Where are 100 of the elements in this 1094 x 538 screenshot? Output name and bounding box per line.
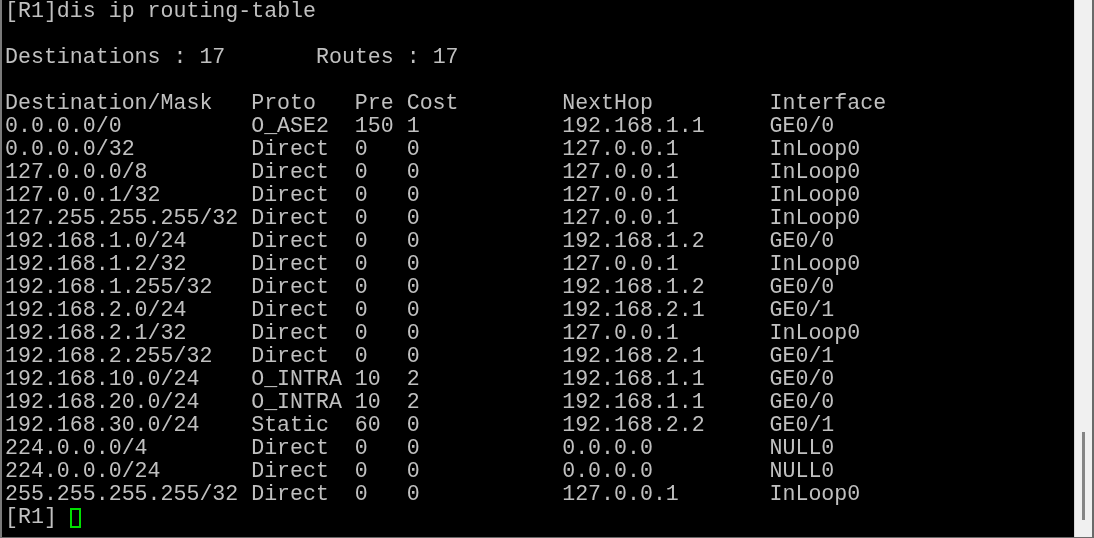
table-cell: InLoop0 xyxy=(769,137,861,161)
table-cell: 127.0.0.1 xyxy=(562,137,679,161)
table-cell: InLoop0 xyxy=(769,252,861,276)
column-header: Cost xyxy=(406,91,459,115)
table-cell: GE0/1 xyxy=(769,298,835,322)
table-cell: 192.168.1.1 xyxy=(562,390,705,414)
table-cell: 0 xyxy=(406,436,420,460)
routes-count: Routes : 17 xyxy=(316,46,459,69)
table-cell: 0.0.0.0 xyxy=(562,459,653,483)
table-cell: 127.0.0.0/8 xyxy=(5,160,148,184)
table-cell: NULL0 xyxy=(769,436,835,460)
table-cell: Direct xyxy=(251,206,329,230)
table-cell: 192.168.2.1/32 xyxy=(5,321,187,345)
table-cell: Direct xyxy=(251,160,329,184)
column-header: Pre xyxy=(354,91,394,115)
table-cell: 10 xyxy=(354,367,381,391)
table-cell: 0.0.0.0/0 xyxy=(5,114,122,138)
table-cell: 192.168.20.0/24 xyxy=(5,390,200,414)
table-cell: 0 xyxy=(406,183,420,207)
table-cell: 0 xyxy=(406,482,420,506)
command-line: [R1]dis ip routing-table xyxy=(5,0,316,23)
destinations-count: Destinations : 17 xyxy=(5,46,227,69)
table-cell: 255.255.255.255/32 xyxy=(5,482,239,506)
table-cell: 127.255.255.255/32 xyxy=(5,206,239,230)
table-cell: Direct xyxy=(251,344,329,368)
table-cell: 127.0.0.1 xyxy=(562,183,679,207)
table-cell: 0 xyxy=(354,160,368,184)
table-cell: Direct xyxy=(251,482,329,506)
table-cell: 0 xyxy=(354,436,368,460)
table-cell: O_INTRA xyxy=(251,390,342,414)
table-cell: 0 xyxy=(354,459,368,483)
table-cell: 192.168.1.255/32 xyxy=(5,275,213,299)
table-cell: 0 xyxy=(354,321,368,345)
table-cell: 192.168.1.0/24 xyxy=(5,229,187,253)
table-cell: 192.168.2.1 xyxy=(562,298,705,322)
table-cell: 192.168.2.2 xyxy=(562,413,705,437)
scrollbar[interactable] xyxy=(1074,0,1092,537)
table-cell: 0 xyxy=(406,137,420,161)
table-cell: 1 xyxy=(406,114,420,138)
table-cell: 127.0.0.1 xyxy=(562,252,679,276)
table-cell: 127.0.0.1 xyxy=(562,482,679,506)
table-cell: 192.168.1.2 xyxy=(562,229,705,253)
table-cell: 0 xyxy=(354,298,368,322)
table-cell: 0.0.0.0 xyxy=(562,436,653,460)
table-cell: 127.0.0.1/32 xyxy=(5,183,161,207)
table-cell: GE0/0 xyxy=(769,275,835,299)
table-cell: InLoop0 xyxy=(769,183,861,207)
table-cell: Direct xyxy=(251,252,329,276)
table-cell: 192.168.1.1 xyxy=(562,367,705,391)
table-cell: 0 xyxy=(354,275,368,299)
table-cell: GE0/0 xyxy=(769,114,835,138)
table-cell: Direct xyxy=(251,298,329,322)
table-cell: 0 xyxy=(354,206,368,230)
table-cell: 150 xyxy=(354,114,394,138)
table-cell: 0 xyxy=(406,229,420,253)
table-cell: InLoop0 xyxy=(769,206,861,230)
table-cell: Direct xyxy=(251,436,329,460)
table-cell: Static xyxy=(251,413,329,437)
table-cell: 0 xyxy=(354,482,368,506)
table-cell: 0 xyxy=(406,160,420,184)
column-header: Proto xyxy=(251,91,316,115)
table-cell: Direct xyxy=(251,183,329,207)
table-cell: 127.0.0.1 xyxy=(562,160,679,184)
table-cell: 0 xyxy=(406,275,420,299)
table-cell: 224.0.0.0/4 xyxy=(5,436,148,460)
table-cell: GE0/0 xyxy=(769,390,835,414)
table-cell: O_ASE2 xyxy=(251,114,329,138)
table-cell: 0 xyxy=(354,183,368,207)
cursor xyxy=(69,508,81,528)
table-cell: Direct xyxy=(251,275,329,299)
table-cell: 192.168.30.0/24 xyxy=(5,413,200,437)
table-cell: 60 xyxy=(354,413,381,437)
column-header: NextHop xyxy=(562,91,653,115)
table-cell: 0 xyxy=(406,344,420,368)
table-cell: 192.168.1.1 xyxy=(562,114,705,138)
table-cell: 127.0.0.1 xyxy=(562,206,679,230)
table-cell: 0 xyxy=(354,229,368,253)
table-cell: 10 xyxy=(354,390,381,414)
table-cell: O_INTRA xyxy=(251,367,342,391)
column-header: Destination/Mask xyxy=(5,91,213,115)
table-cell: Direct xyxy=(251,321,329,345)
table-cell: Direct xyxy=(251,459,329,483)
table-cell: GE0/0 xyxy=(769,229,835,253)
table-cell: 0 xyxy=(406,459,420,483)
table-cell: GE0/1 xyxy=(769,344,835,368)
table-cell: 224.0.0.0/24 xyxy=(5,459,161,483)
table-cell: 0 xyxy=(406,321,420,345)
scrollbar-thumb[interactable] xyxy=(1082,432,1085,520)
table-cell: 127.0.0.1 xyxy=(562,321,679,345)
table-cell: 0 xyxy=(406,252,420,276)
table-cell: 192.168.1.2/32 xyxy=(5,252,187,276)
table-cell: 192.168.2.255/32 xyxy=(5,344,213,368)
table-cell: 0 xyxy=(406,298,420,322)
table-cell: 0.0.0.0/32 xyxy=(5,137,135,161)
table-cell: Direct xyxy=(251,137,329,161)
table-cell: GE0/1 xyxy=(769,413,835,437)
table-cell: InLoop0 xyxy=(769,482,861,506)
table-cell: 192.168.1.2 xyxy=(562,275,705,299)
table-cell: NULL0 xyxy=(769,459,835,483)
table-cell: 0 xyxy=(354,137,368,161)
